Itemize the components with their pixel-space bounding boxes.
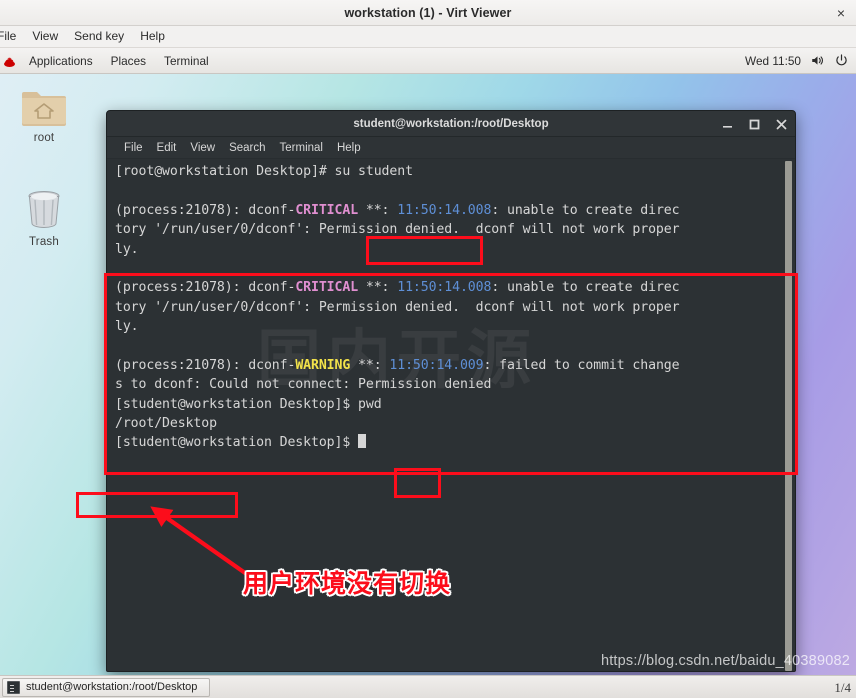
terminal-line: tory '/run/user/0/dconf': Permission den…	[115, 220, 781, 239]
terminal-text-segment: : unable to create direc	[491, 280, 680, 296]
terminal-titlebar: student@workstation:/root/Desktop	[107, 111, 795, 137]
terminal-text-segment: [root@workstation Desktop]# su student	[115, 164, 413, 179]
terminal-text-segment: ly.	[115, 241, 139, 257]
minimize-icon[interactable]	[722, 119, 733, 130]
terminal-text-segment: [student@workstation Desktop]$	[115, 435, 359, 451]
power-icon[interactable]	[834, 53, 849, 68]
terminal-line: [student@workstation Desktop]$ pwd	[115, 395, 781, 414]
terminal-text-segment: CRITICAL	[295, 202, 359, 218]
terminal-window-buttons	[722, 111, 787, 137]
terminal-text-segment: /root/Desktop	[115, 416, 217, 432]
terminal-line: (process:21078): dconf-CRITICAL **: 11:5…	[115, 278, 781, 297]
terminal-line: s to dconf: Could not connect: Permissio…	[115, 375, 781, 394]
terminal-text-segment: (process:21078): dconf-	[115, 202, 296, 218]
gnome-terminal-window-item[interactable]: Terminal	[155, 52, 218, 70]
terminal-text-segment: 11:50:14.008	[397, 280, 492, 296]
terminal-text-segment: : unable to create direc	[491, 202, 680, 218]
terminal-text-segment: (process:21078): dconf-	[115, 357, 296, 373]
terminal-text-segment: ly.	[115, 319, 139, 335]
terminal-output-area[interactable]: 国内开源 [root@workstation Desktop]# su stud…	[107, 159, 795, 671]
terminal-menu-edit[interactable]: Edit	[150, 141, 184, 155]
terminal-text-segment: : failed to commit change	[483, 357, 680, 373]
terminal-line: /root/Desktop	[115, 414, 781, 433]
viewer-menu-view[interactable]: View	[24, 28, 66, 45]
terminal-text: [root@workstation Desktop]# su student (p…	[115, 162, 781, 453]
desktop-icon-trash-label: Trash	[29, 236, 59, 248]
terminal-cursor	[358, 434, 367, 449]
terminal-line: (process:21078): dconf-CRITICAL **: 11:5…	[115, 201, 781, 220]
maximize-icon[interactable]	[749, 119, 760, 130]
home-folder-icon	[20, 86, 68, 128]
viewer-titlebar: workstation (1) - Virt Viewer ×	[0, 0, 856, 26]
terminal-menu-file[interactable]: File	[117, 141, 150, 155]
terminal-text-segment: CRITICAL	[295, 280, 359, 296]
gnome-applications-menu[interactable]: Applications	[20, 52, 102, 70]
viewer-title: workstation (1) - Virt Viewer	[344, 5, 512, 20]
gnome-clock[interactable]: Wed 11:50	[745, 54, 801, 68]
volume-icon[interactable]	[810, 53, 825, 68]
terminal-text-segment: **:	[358, 202, 398, 218]
terminal-scrollbar-thumb[interactable]	[785, 161, 792, 671]
gnome-top-panel: Applications Places Terminal Wed 11:50	[0, 48, 856, 74]
terminal-icon	[7, 680, 20, 694]
terminal-text-segment: tory '/run/user/0/dconf': Permission den…	[115, 222, 680, 238]
virt-viewer-window: workstation (1) - Virt Viewer × File Vie…	[0, 0, 856, 698]
viewer-menubar: File View Send key Help	[0, 26, 856, 48]
terminal-text-segment: s to dconf: Could not connect: Permissio…	[115, 377, 492, 393]
terminal-text-segment: **:	[358, 280, 398, 296]
guest-desktop: root Trash student@workstation:/root/Des…	[0, 74, 856, 675]
terminal-menubar: File Edit View Search Terminal Help	[107, 137, 795, 159]
viewer-menu-file[interactable]: File	[0, 28, 24, 45]
terminal-text-segment: tory '/run/user/0/dconf': Permission den…	[115, 299, 680, 315]
terminal-menu-help[interactable]: Help	[330, 141, 368, 155]
terminal-menu-view[interactable]: View	[183, 141, 222, 155]
desktop-icon-trash[interactable]: Trash	[8, 186, 80, 248]
page-indicator: 1/4	[834, 680, 851, 695]
terminal-line: ly.	[115, 240, 781, 259]
terminal-line: [root@workstation Desktop]# su student	[115, 162, 781, 181]
gnome-bottom-taskbar: student@workstation:/root/Desktop 1/4	[0, 675, 856, 698]
desktop-icon-root-label: root	[33, 132, 55, 144]
terminal-line: ly.	[115, 317, 781, 336]
terminal-text-segment: WARNING	[295, 357, 351, 373]
gnome-places-menu[interactable]: Places	[102, 52, 155, 70]
viewer-close-icon[interactable]: ×	[835, 6, 847, 20]
terminal-scrollbar[interactable]	[784, 161, 793, 671]
gnome-panel-right: Wed 11:50	[745, 53, 856, 68]
terminal-title: student@workstation:/root/Desktop	[353, 117, 549, 130]
viewer-menu-send-key[interactable]: Send key	[66, 28, 132, 45]
terminal-text-segment: 11:50:14.008	[397, 202, 492, 218]
terminal-line: [student@workstation Desktop]$	[115, 433, 781, 452]
terminal-line: (process:21078): dconf-WARNING **: 11:50…	[115, 356, 781, 375]
terminal-text-segment: (process:21078): dconf-	[115, 280, 296, 296]
viewer-menu-help[interactable]: Help	[132, 28, 173, 45]
terminal-line: tory '/run/user/0/dconf': Permission den…	[115, 298, 781, 317]
redhat-logo-icon	[3, 55, 16, 67]
terminal-menu-terminal[interactable]: Terminal	[273, 141, 330, 155]
terminal-window: student@workstation:/root/Desktop File E…	[106, 110, 796, 672]
terminal-menu-search[interactable]: Search	[222, 141, 272, 155]
taskbar-window-button[interactable]: student@workstation:/root/Desktop	[2, 677, 210, 697]
trash-can-icon	[23, 186, 65, 232]
close-icon[interactable]	[776, 119, 787, 130]
terminal-text-segment: [student@workstation Desktop]$ pwd	[115, 396, 382, 412]
taskbar-window-label: student@workstation:/root/Desktop	[26, 681, 198, 693]
gnome-panel-left: Applications Places Terminal	[0, 52, 218, 70]
terminal-text-segment: **:	[350, 357, 390, 373]
terminal-text-segment: 11:50:14.009	[389, 357, 484, 373]
desktop-icon-root[interactable]: root	[8, 86, 80, 144]
